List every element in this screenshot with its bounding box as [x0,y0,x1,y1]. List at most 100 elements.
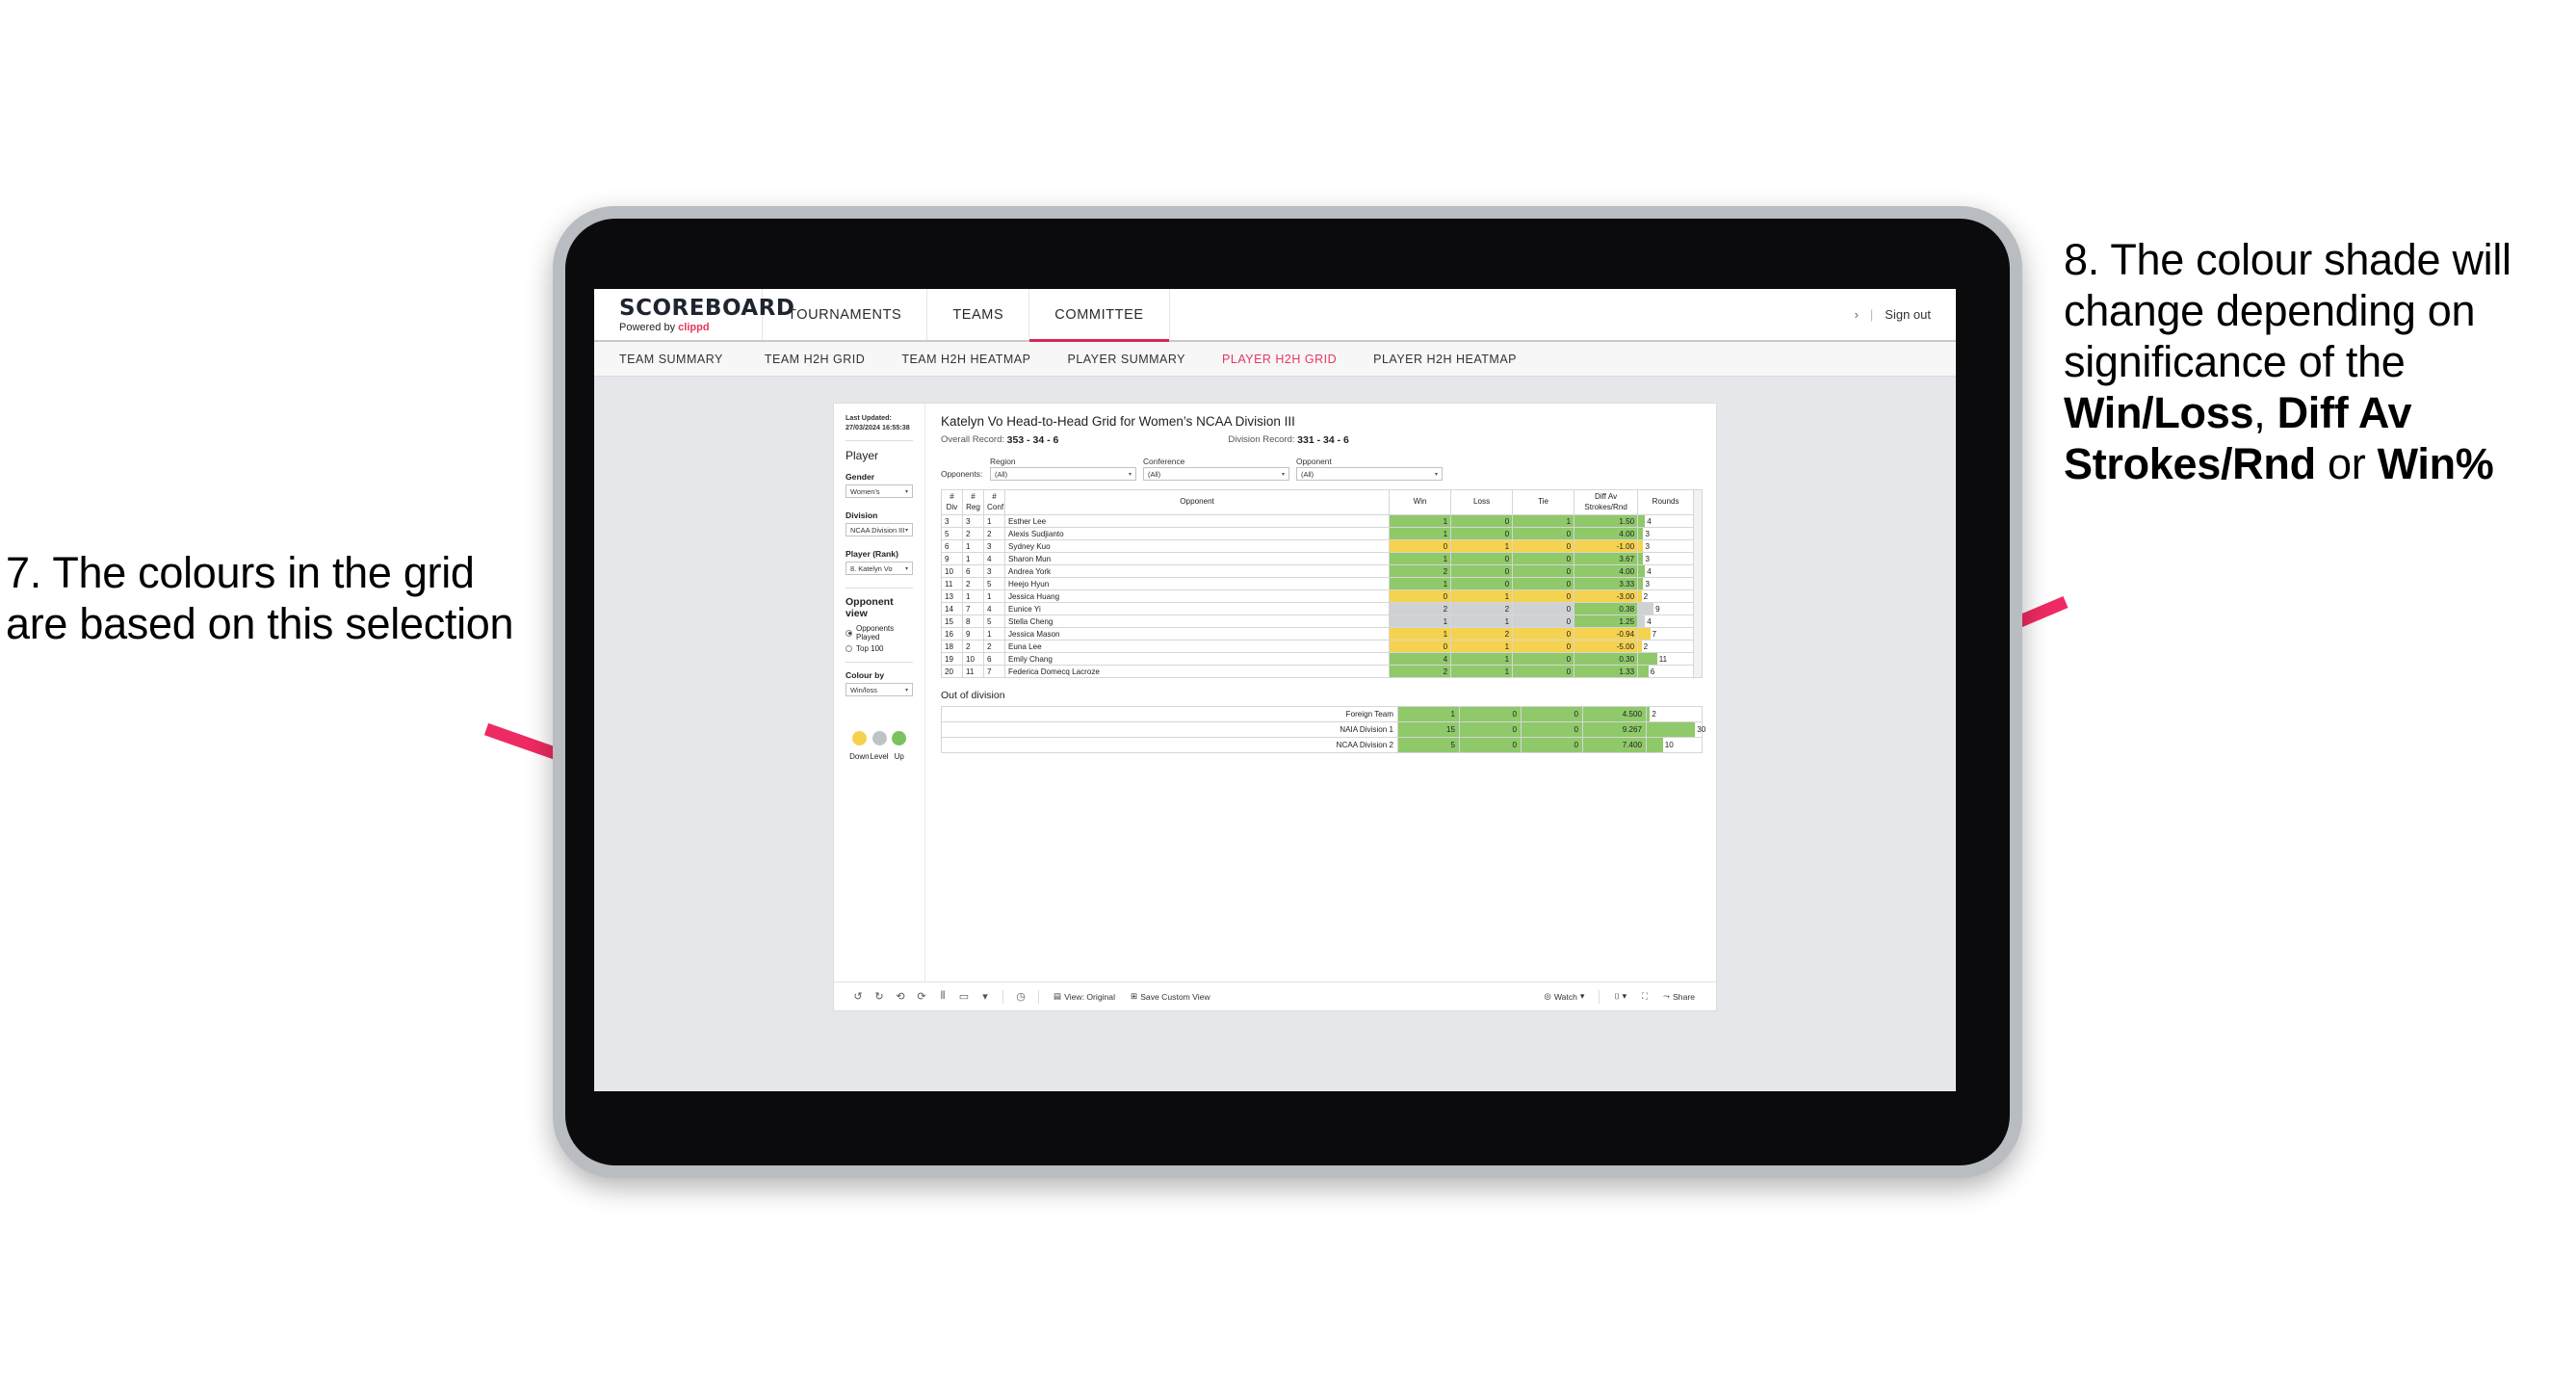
filter-value: (All) [1301,469,1314,479]
dropdown-caret-icon[interactable]: ▾ [975,990,996,1003]
cell-tie: 0 [1512,577,1575,590]
table-row[interactable]: 13 1 1 Jessica Huang 0 1 0 -3.00 2 [941,589,1695,603]
out-of-division-row[interactable]: Foreign Team 1 0 0 4.500 2 [941,706,1703,722]
table-row[interactable]: 5 2 2 Alexis Sudjianto 1 0 0 4.00 3 [941,527,1695,540]
cell-rounds: 3 [1637,552,1695,565]
subnav-item-team-h2h-grid[interactable]: TEAM H2H GRID [746,353,883,366]
redo-icon[interactable]: ↻ [869,990,890,1003]
radio-top-100[interactable]: Top 100 [846,644,913,653]
table-row[interactable]: 18 2 2 Euna Lee 0 1 0 -5.00 2 [941,640,1695,653]
chevron-down-icon: ▾ [1128,471,1132,478]
watch-button[interactable]: ◎ Watch ▾ [1536,991,1592,1002]
table-row[interactable]: 11 2 5 Heejo Hyun 1 0 0 3.33 3 [941,577,1695,590]
cell-loss: 2 [1450,602,1514,615]
pause-icon[interactable]: ⦀ [932,990,953,1003]
cell-loss: 1 [1450,665,1514,678]
filter-select[interactable]: (All) ▾ [990,467,1136,481]
table-row[interactable]: 16 9 1 Jessica Mason 1 2 0 -0.94 7 [941,627,1695,641]
refresh-icon[interactable]: ⟳ [911,990,932,1003]
table-row[interactable]: 20 11 7 Federica Domecq Lacroze 2 1 0 1.33 6 [941,665,1695,678]
filter-select[interactable]: 8. Katelyn Vo ▾ [846,562,913,576]
chevron-right-icon[interactable]: › [1855,307,1859,322]
cell-win: 15 [1397,721,1460,738]
table-row[interactable]: 10 6 3 Andrea York 2 0 0 4.00 4 [941,564,1695,578]
column-header-opponent[interactable]: Opponent [1003,489,1391,515]
header-line-1: Div [946,502,958,511]
viz-toolbar: ↺ ↻ ⟲ ⟳ ⦀ ▭ ▾ ◷ ▤ View: Original ⊞ Save … [834,981,1716,1010]
filter-select[interactable]: Women’s ▾ [846,484,913,499]
cell-conf: 4 [983,602,1005,615]
division-record-label: Division Record: [1228,434,1295,445]
shape-icon[interactable]: ▭ [953,990,975,1003]
table-row[interactable]: 3 3 1 Esther Lee 1 0 1 1.50 4 [941,514,1695,528]
out-of-division-row[interactable]: NAIA Division 1 15 0 0 9.267 30 [941,721,1705,738]
cell-opponent: Esther Lee [1003,514,1391,528]
cell-tie: 1 [1512,514,1575,528]
subnav-item-team-summary[interactable]: TEAM SUMMARY [619,353,746,366]
cell-label: Foreign Team [941,706,1398,722]
table-row[interactable]: 19 10 6 Emily Chang 4 1 0 0.30 11 [941,652,1695,666]
subnav-item-player-summary[interactable]: PLAYER SUMMARY [1049,353,1204,366]
fullscreen-button[interactable]: ⛶ [1634,991,1655,1002]
rounds-bar [1638,515,1646,527]
history-icon[interactable]: ◷ [1010,990,1031,1003]
rounds-value: 6 [1650,667,1655,676]
out-of-division-row[interactable]: NCAA Division 2 5 0 0 7.400 10 [941,737,1703,753]
subnav-item-team-h2h-heatmap[interactable]: TEAM H2H HEATMAP [883,353,1049,366]
column-header-rounds[interactable]: Rounds [1637,489,1695,515]
sign-out-link[interactable]: Sign out [1885,307,1931,322]
cell-win: 1 [1389,552,1452,565]
table-row[interactable]: 9 1 4 Sharon Mun 1 0 0 3.67 3 [941,552,1695,565]
subnav-item-player-h2h-grid[interactable]: PLAYER H2H GRID [1204,353,1355,366]
rounds-bar [1638,653,1657,665]
filter-gender: Gender Women’s ▾ [846,472,913,499]
grid-scrollbar[interactable] [1694,489,1703,678]
revert-icon[interactable]: ⟲ [890,990,911,1003]
rounds-value: 3 [1645,579,1650,588]
save-icon: ⊞ [1130,991,1138,1001]
column-header--div[interactable]: # Div [941,489,963,515]
subnav-item-player-h2h-heatmap[interactable]: PLAYER H2H HEATMAP [1355,353,1535,366]
undo-icon[interactable]: ↺ [847,990,869,1003]
column-header--conf[interactable]: # Conf [983,489,1005,515]
table-row[interactable]: 6 1 3 Sydney Kuo 0 1 0 -1.00 3 [941,539,1695,553]
filter-select[interactable]: (All) ▾ [1143,467,1289,481]
cell-win: 1 [1389,627,1452,641]
view-label: View: Original [1064,991,1115,1002]
tablet-screen: SCOREBOARD Powered by clippd TOURNAMENTS… [594,289,1956,1091]
radio-button[interactable] [846,629,852,637]
save-custom-view-button[interactable]: ⊞ Save Custom View [1123,991,1218,1002]
nav-item-committee[interactable]: COMMITTEE [1029,289,1170,342]
table-row[interactable]: 15 8 5 Stella Cheng 1 1 0 1.25 4 [941,615,1695,628]
radio-opponents-played[interactable]: Opponents Played [846,624,913,641]
filter-select[interactable]: NCAA Division III ▾ [846,523,913,537]
radio-label: Top 100 [856,644,884,654]
radio-button[interactable] [846,645,852,653]
rounds-value: 2 [1643,641,1649,651]
column-header-tie[interactable]: Tie [1512,489,1575,515]
column-header--reg[interactable]: # Reg [962,489,984,515]
filter-select[interactable]: (All) ▾ [1296,467,1443,481]
share-button[interactable]: ⤳ Share [1655,991,1703,1002]
colour-by-select[interactable]: Win/loss ▾ [846,683,913,697]
cell-reg: 9 [962,627,984,641]
rounds-value: 9 [1655,604,1660,614]
cell-rounds: 9 [1637,602,1695,615]
device-button[interactable]: ⌷ ▾ [1606,991,1634,1002]
column-header-loss[interactable]: Loss [1450,489,1514,515]
cell-rounds: 3 [1637,577,1695,590]
cell-loss: 0 [1450,527,1514,540]
cell-opponent: Jessica Huang [1003,589,1391,603]
view-original-button[interactable]: ▤ View: Original [1046,991,1123,1002]
nav-item-teams[interactable]: TEAMS [927,289,1030,340]
column-header-win[interactable]: Win [1389,489,1452,515]
table-row[interactable]: 14 7 4 Eunice Yi 2 2 0 0.38 9 [941,602,1695,615]
cell-tie: 0 [1512,665,1575,678]
filter-value: NCAA Division III [850,525,905,535]
annotation-run-0: 7. The colours in the grid are based on … [6,548,514,649]
cell-loss: 0 [1459,721,1522,738]
column-header-diff-av-strokes-rnd[interactable]: Diff Av Strokes/Rnd [1574,489,1639,515]
cell-opponent: Jessica Mason [1003,627,1391,641]
rounds-value: 3 [1645,529,1650,538]
nav-item-tournaments[interactable]: TOURNAMENTS [763,289,928,340]
